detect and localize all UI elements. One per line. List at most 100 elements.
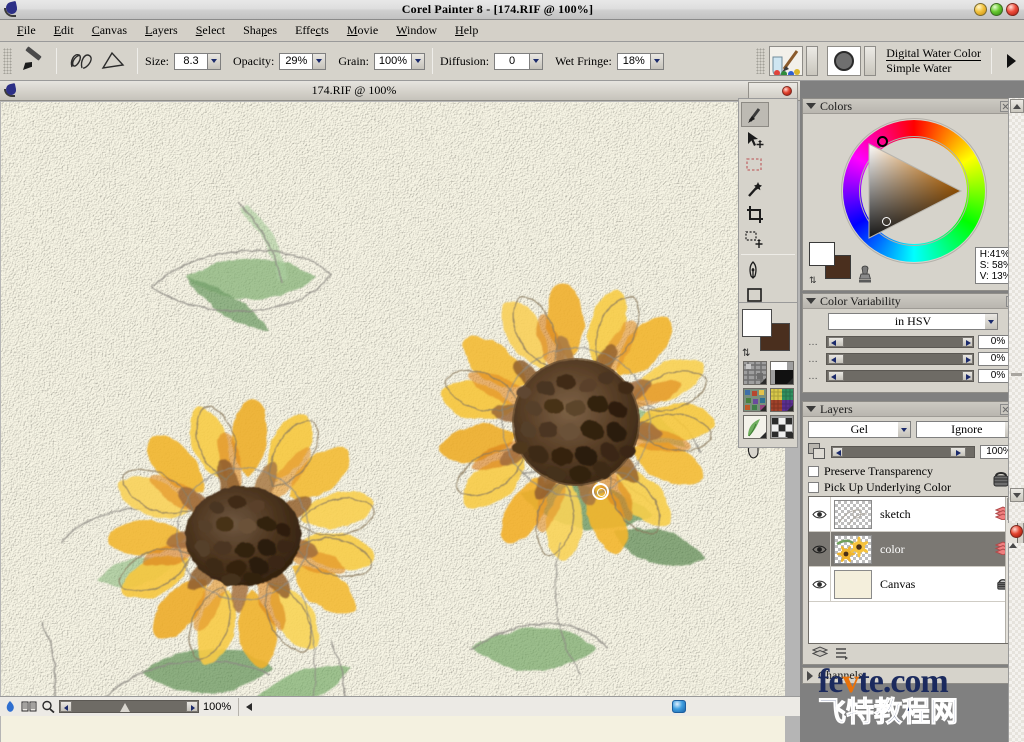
straight-line-stroke-icon[interactable] [100,49,126,73]
saturation-value-marker[interactable] [882,217,891,226]
grain-dropdown-button[interactable] [411,52,425,70]
brush-selector-gripper[interactable] [756,48,766,74]
magic-wand-tool[interactable] [741,177,769,202]
layer-row-canvas[interactable]: Canvas [809,566,1017,602]
document-close-button[interactable] [748,81,798,100]
color-wheel-area[interactable]: ⇅ H:41% S: 58% V: 13% [803,114,1023,290]
scrollbar-grip[interactable] [1011,373,1022,376]
expand-triangle-icon[interactable] [807,670,813,681]
weave-selector[interactable] [769,388,794,412]
paper-selector[interactable] [742,361,767,385]
selection-adjuster-tool[interactable] [741,227,769,252]
composite-method-select[interactable]: Gel [808,421,911,438]
scroll-up-button[interactable] [1009,99,1024,113]
composite-method-dropdown-button[interactable] [897,421,911,438]
size-input[interactable]: 8.3 [174,52,208,70]
layer-adjuster-tool[interactable] [741,127,769,152]
pattern-selector[interactable] [742,388,767,412]
primary-color-swatch[interactable] [742,309,772,337]
layers-list[interactable]: sketch color Canvas [808,496,1018,644]
menu-movie[interactable]: Movie [338,21,387,40]
layer-options-icon[interactable] [834,646,848,660]
saturation-value-triangle[interactable] [861,138,967,244]
brush-category-dropdown[interactable] [806,46,819,76]
close-button[interactable] [1006,3,1019,16]
zoom-slider[interactable] [59,700,199,713]
maximize-button[interactable] [990,3,1003,16]
menu-window[interactable]: Window [387,21,446,40]
status-collapse-arrow-icon[interactable] [246,702,253,711]
brush-tool[interactable] [741,102,769,127]
rubber-stamp-icon[interactable] [855,264,875,284]
colors-panel-header[interactable]: Colors [803,99,1023,114]
primary-color[interactable] [809,242,835,266]
magnifier-icon[interactable] [41,700,55,713]
scroll-down-button[interactable] [1010,488,1024,502]
value-variability-slider[interactable] [826,370,974,382]
property-bar-gripper[interactable] [3,48,12,74]
layer-visibility-toggle[interactable] [809,497,831,532]
pick-up-underlying-color-row[interactable]: Pick Up Underlying Color [808,480,1018,495]
layer-opacity-slider[interactable] [831,445,975,458]
collapse-triangle-icon[interactable] [806,103,816,109]
hue-variability-slider[interactable] [826,336,974,348]
menu-shapes[interactable]: Shapes [234,21,286,40]
menu-edit[interactable]: Edit [45,21,83,40]
variability-mode-dropdown-button[interactable] [985,313,998,330]
menu-select[interactable]: Select [187,21,234,40]
pick-up-underlying-color-checkbox[interactable] [808,482,819,493]
palette-close-button[interactable] [1010,525,1023,538]
swap-colors-icon[interactable]: ⇅ [809,275,817,286]
preserve-transparency-checkbox[interactable] [808,466,819,477]
opacity-dropdown-button[interactable] [313,52,327,70]
menu-layers[interactable]: Layers [136,21,187,40]
diffusion-input[interactable]: 0 [494,52,531,70]
menu-effects[interactable]: Effects [286,21,338,40]
layer-row-sketch[interactable]: sketch [809,497,1017,532]
diffusion-dropdown-button[interactable] [530,52,544,70]
size-dropdown-button[interactable] [208,52,221,70]
canvas-area[interactable] [1,102,785,742]
scroll-up-button[interactable] [1009,543,1024,548]
opacity-input[interactable]: 29% [279,52,314,70]
composite-depth-select[interactable]: Ignore [915,421,1018,438]
layer-row-color[interactable]: color [809,531,1017,567]
palette-scrollbar-upper[interactable] [1008,98,1024,523]
crop-tool[interactable] [741,202,769,227]
swap-colors-icon[interactable]: ⇅ [742,348,750,359]
collapse-triangle-icon[interactable] [806,406,816,412]
collapse-triangle-icon[interactable] [806,298,816,304]
grid-tracker-icon[interactable] [21,700,37,713]
navigator-icon[interactable] [4,700,17,713]
menu-canvas[interactable]: Canvas [83,21,136,40]
layer-visibility-toggle[interactable] [809,566,831,602]
wet-fringe-dropdown-button[interactable] [650,52,664,70]
channels-panel[interactable]: Channels [802,667,1024,684]
rectangular-selection-tool[interactable] [741,152,769,177]
menu-help[interactable]: Help [446,21,487,40]
looks-selector[interactable] [769,415,794,439]
variability-mode-select[interactable]: in HSV [828,313,998,330]
new-layer-icon[interactable] [812,646,828,660]
palette-scrollbar-lower[interactable] [1008,543,1024,742]
pen-tool[interactable] [741,257,769,282]
artwork-canvas[interactable] [1,102,785,712]
layer-visibility-toggle[interactable] [809,531,831,567]
brush-category-icon[interactable] [769,46,804,76]
layers-panel-header[interactable]: Layers [803,402,1023,417]
minimize-button[interactable] [974,3,987,16]
brush-variant-icon[interactable] [827,46,862,76]
hue-marker[interactable] [877,136,888,147]
color-variability-header[interactable]: Color Variability [803,294,1023,309]
grain-input[interactable]: 100% [373,52,412,70]
preserve-transparency-row[interactable]: Preserve Transparency [808,464,1018,479]
gradient-selector[interactable] [769,361,794,385]
wet-fringe-input[interactable]: 18% [616,52,651,70]
saturation-variability-slider[interactable] [826,353,974,365]
nozzle-selector[interactable] [742,415,767,439]
brush-variant-dropdown[interactable] [864,46,877,76]
freehand-stroke-icon[interactable] [68,49,94,73]
menu-file[interactable]: File [8,21,45,40]
message-indicator-icon[interactable] [672,700,686,713]
expand-arrow-icon[interactable] [1007,54,1016,68]
